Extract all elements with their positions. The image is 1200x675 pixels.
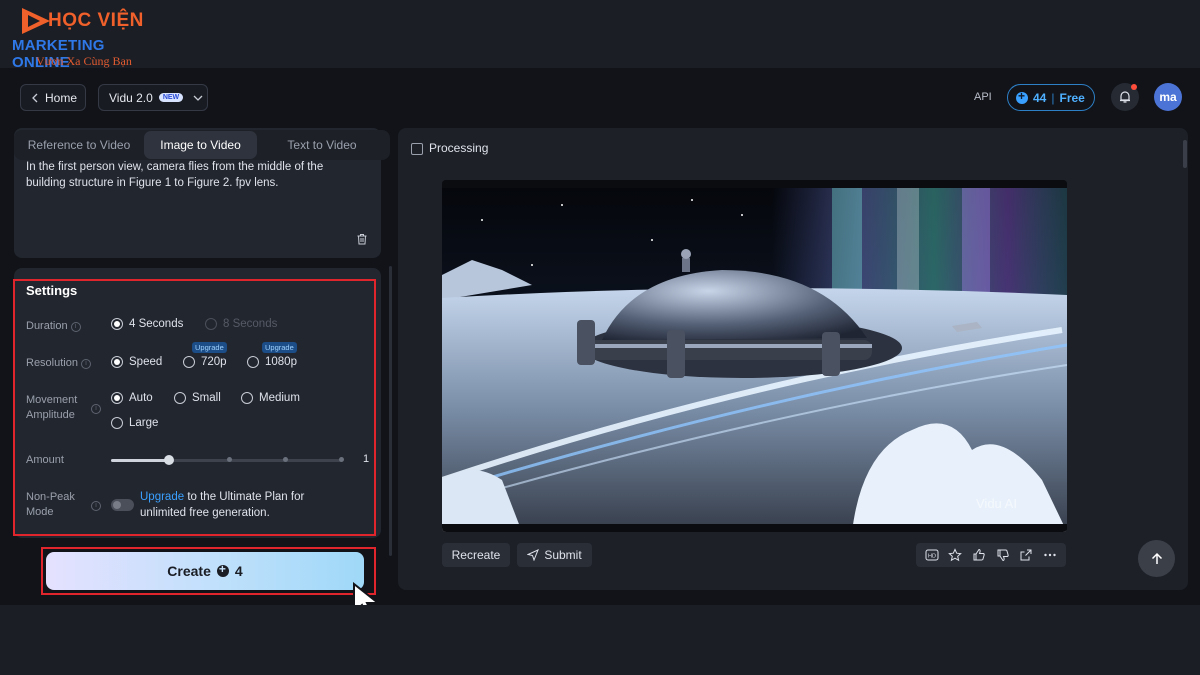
credits-value: 44 [1033,90,1047,105]
brand-logo: HỌC VIỆN MARKETING ONLINE Vươn Xa Cùng B… [12,4,162,71]
create-cost: 4 [234,563,243,579]
create-button[interactable]: Create 4 [46,552,364,590]
notification-button[interactable] [1111,83,1139,111]
avatar[interactable]: ma [1154,83,1182,111]
processing-checkbox[interactable] [411,143,423,155]
model-label: Vidu 2.0 [109,90,153,105]
svg-text:HD: HD [928,554,936,560]
thumbs-down-icon[interactable] [996,548,1010,562]
app-window: Home Vidu 2.0 NEW API 44 | Free ma Refer… [0,68,1200,620]
credits-separator: | [1051,90,1055,105]
brand-line1: HỌC VIỆN [48,10,144,31]
arrow-up-icon [1151,552,1162,564]
tab-image-to-video[interactable]: Image to Video [144,131,257,159]
star-icon[interactable] [948,548,963,562]
video-preview[interactable] [442,180,1067,532]
video-actions-bar: HD [916,543,1066,567]
trash-icon[interactable] [356,233,368,245]
api-link[interactable]: API [974,91,992,103]
credit-coin-icon [216,562,229,577]
video-thumbnail [442,180,1067,532]
credits-badge[interactable]: 44 | Free [1007,84,1095,111]
mode-tabs: Reference to Video Image to Video Text t… [14,130,390,160]
brand-strip: HỌC VIỆN MARKETING ONLINE Vươn Xa Cùng B… [0,0,1200,71]
thumbs-up-icon[interactable] [972,548,986,562]
bottom-strip [0,605,1200,675]
home-button[interactable]: Home [20,84,86,111]
bell-icon [1120,91,1130,103]
more-icon[interactable] [1043,548,1057,562]
recreate-button[interactable]: Recreate [442,543,510,567]
send-icon [527,549,540,561]
settings-highlight-box [13,279,376,536]
model-select[interactable]: Vidu 2.0 NEW [98,84,208,111]
processing-label: Processing [429,141,489,155]
create-label: Create [167,563,211,579]
share-icon[interactable] [1019,548,1033,562]
brand-tagline: Vươn Xa Cùng Bạn [36,54,132,68]
credit-coin-icon [1016,89,1028,104]
chevron-left-icon [32,93,38,102]
right-scrollbar[interactable] [1183,140,1187,168]
hd-icon[interactable]: HD [925,549,939,561]
submit-label: Submit [544,548,582,562]
tab-text-to-video[interactable]: Text to Video [257,131,387,159]
notification-dot [1131,84,1137,90]
left-scrollbar[interactable] [389,266,392,556]
scroll-to-top-button[interactable] [1138,540,1175,577]
submit-button[interactable]: Submit [517,543,592,567]
tab-reference-to-video[interactable]: Reference to Video [14,131,144,159]
prompt-input[interactable]: In the first person view, camera flies f… [26,159,356,191]
home-label: Home [45,90,78,105]
video-watermark: Vidu AI [976,496,1017,511]
chevron-down-icon [193,95,203,101]
recreate-label: Recreate [451,548,501,562]
new-badge: NEW [158,93,184,102]
credits-plan: Free [1059,90,1085,105]
